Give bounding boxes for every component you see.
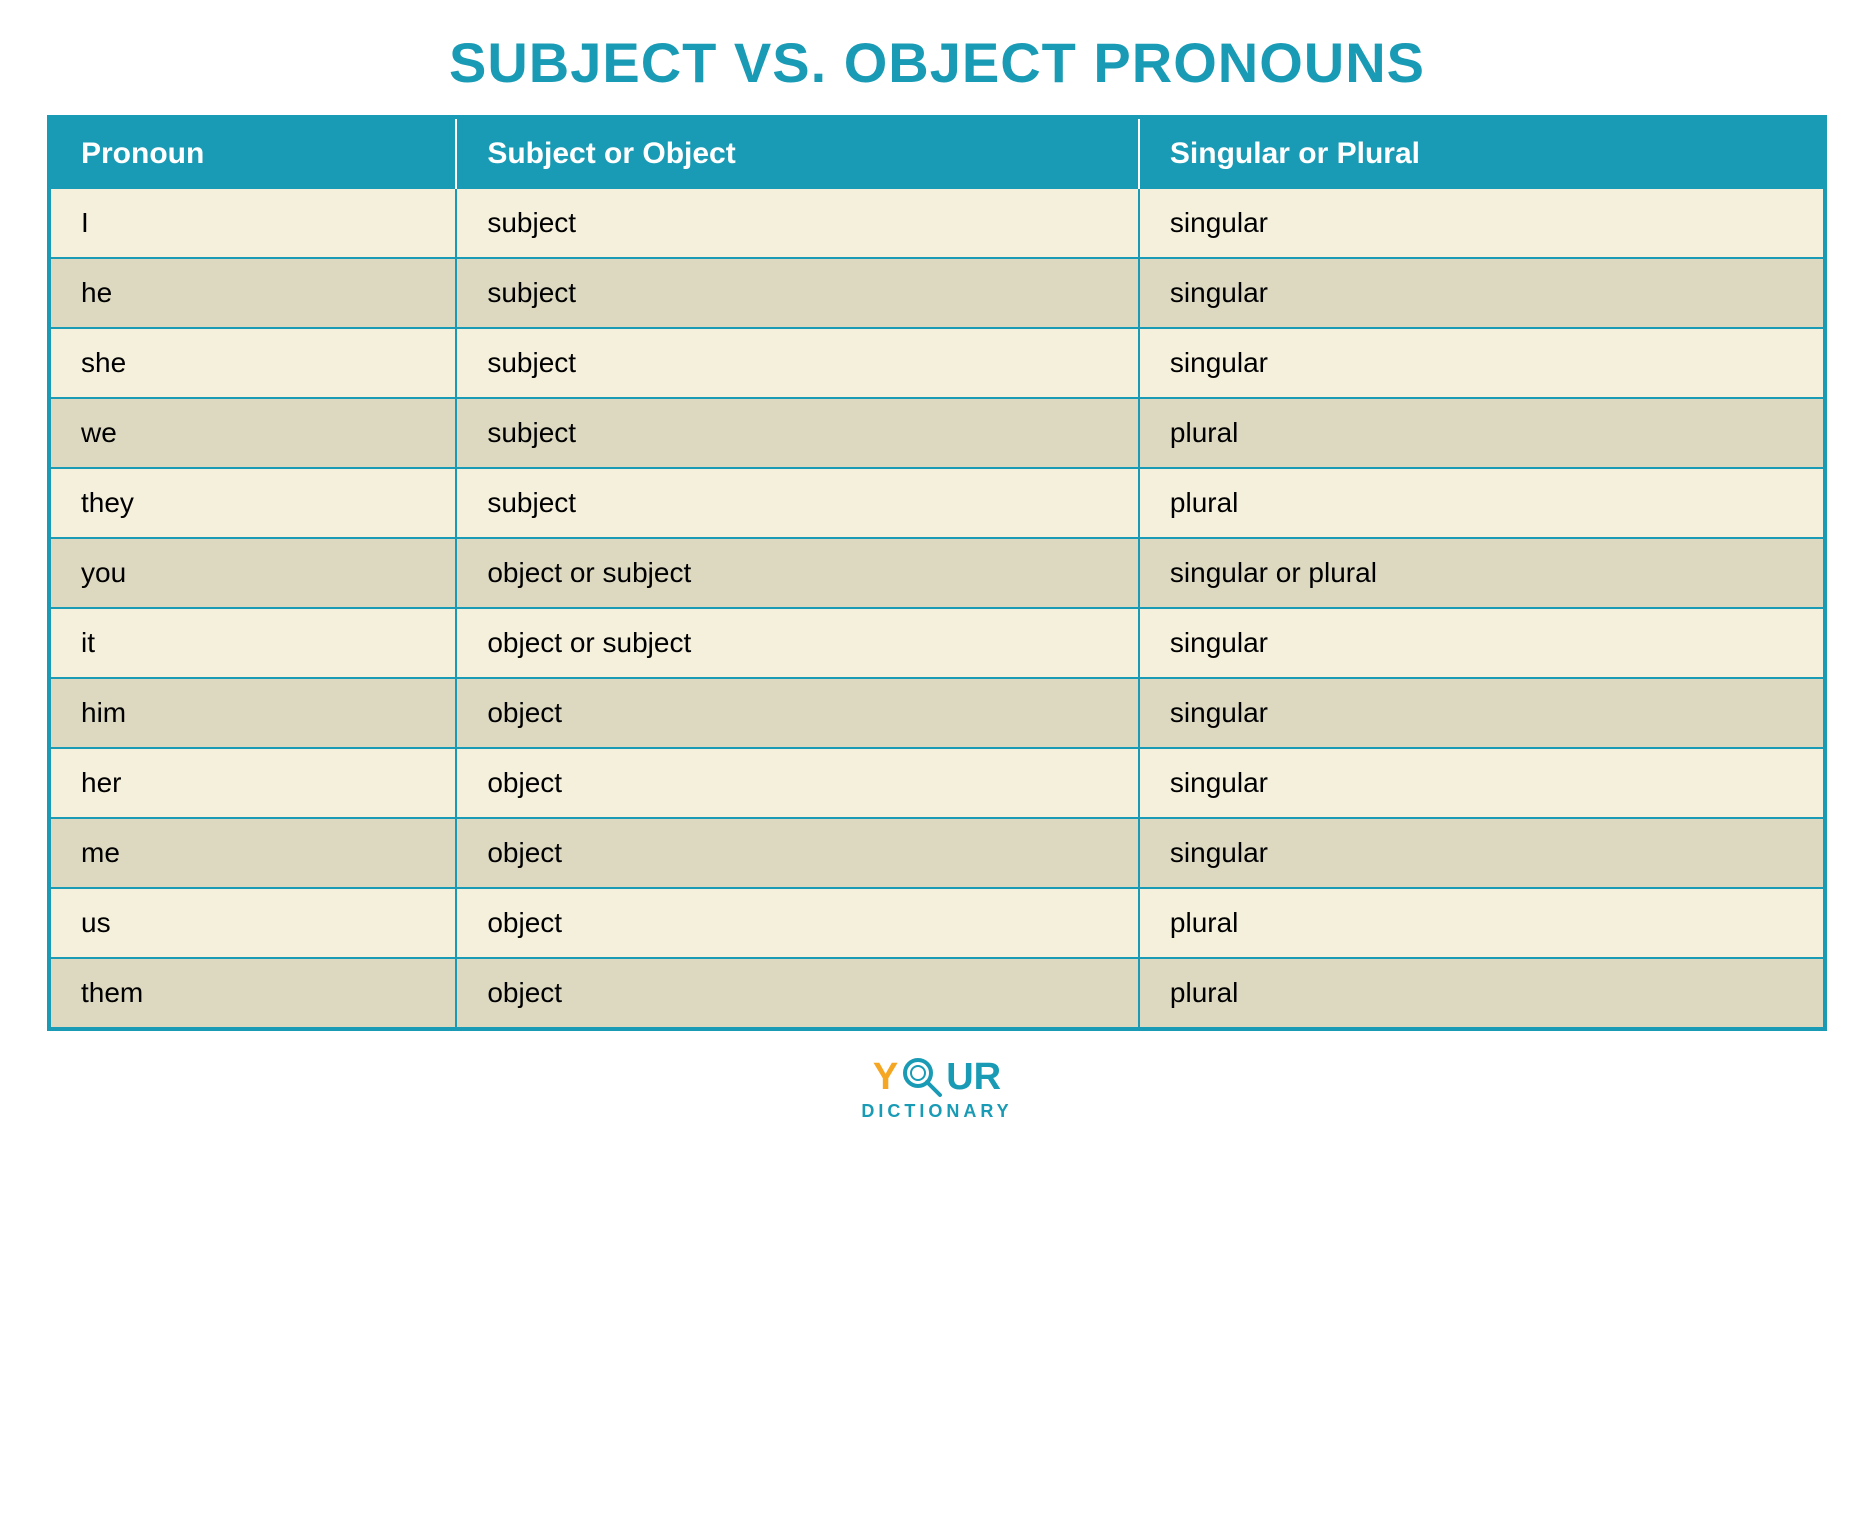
pronouns-table-container: Pronoun Subject or Object Singular or Pl… [47,115,1827,1031]
pronoun-cell: it [51,608,456,678]
singular-plural-cell: singular [1139,608,1823,678]
pronoun-cell: him [51,678,456,748]
table-row: himobjectsingular [51,678,1823,748]
table-row: themobjectplural [51,958,1823,1027]
singular-plural-cell: plural [1139,398,1823,468]
singular-plural-cell: singular [1139,258,1823,328]
subject-object-cell: subject [456,189,1139,258]
pronoun-cell: you [51,538,456,608]
subject-object-cell: object [456,818,1139,888]
pronoun-cell: we [51,398,456,468]
pronoun-cell: they [51,468,456,538]
header-subject-object: Subject or Object [456,119,1139,189]
pronouns-table: Pronoun Subject or Object Singular or Pl… [51,119,1823,1027]
table-header-row: Pronoun Subject or Object Singular or Pl… [51,119,1823,189]
subject-object-cell: subject [456,398,1139,468]
logo-y-letter: Y [873,1058,898,1096]
table-row: usobjectplural [51,888,1823,958]
singular-plural-cell: plural [1139,888,1823,958]
singular-plural-cell: plural [1139,958,1823,1027]
pronoun-cell: her [51,748,456,818]
subject-object-cell: object [456,678,1139,748]
table-row: wesubjectplural [51,398,1823,468]
subject-object-cell: subject [456,468,1139,538]
table-row: itobject or subjectsingular [51,608,1823,678]
subject-object-cell: object [456,958,1139,1027]
subject-object-cell: object or subject [456,538,1139,608]
logo-magnifier-icon [900,1055,944,1099]
footer: Y UR DICTIONARY [861,1055,1012,1122]
subject-object-cell: object or subject [456,608,1139,678]
table-row: herobjectsingular [51,748,1823,818]
pronoun-cell: I [51,189,456,258]
subject-object-cell: subject [456,328,1139,398]
header-pronoun: Pronoun [51,119,456,189]
yourdictionary-logo: Y UR DICTIONARY [861,1055,1012,1122]
table-row: theysubjectplural [51,468,1823,538]
singular-plural-cell: singular [1139,328,1823,398]
logo-ur-letters: UR [946,1058,1001,1096]
subject-object-cell: object [456,748,1139,818]
singular-plural-cell: singular or plural [1139,538,1823,608]
singular-plural-cell: singular [1139,189,1823,258]
header-singular-plural: Singular or Plural [1139,119,1823,189]
subject-object-cell: subject [456,258,1139,328]
pronoun-cell: us [51,888,456,958]
singular-plural-cell: singular [1139,818,1823,888]
pronoun-cell: she [51,328,456,398]
table-row: Isubjectsingular [51,189,1823,258]
table-row: shesubjectsingular [51,328,1823,398]
singular-plural-cell: plural [1139,468,1823,538]
singular-plural-cell: singular [1139,678,1823,748]
page-title: SUBJECT VS. OBJECT PRONOUNS [449,30,1425,95]
table-row: meobjectsingular [51,818,1823,888]
pronoun-cell: them [51,958,456,1027]
table-row: hesubjectsingular [51,258,1823,328]
pronoun-cell: me [51,818,456,888]
singular-plural-cell: singular [1139,748,1823,818]
table-row: youobject or subjectsingular or plural [51,538,1823,608]
logo-dictionary-text: DICTIONARY [861,1101,1012,1122]
pronoun-cell: he [51,258,456,328]
subject-object-cell: object [456,888,1139,958]
